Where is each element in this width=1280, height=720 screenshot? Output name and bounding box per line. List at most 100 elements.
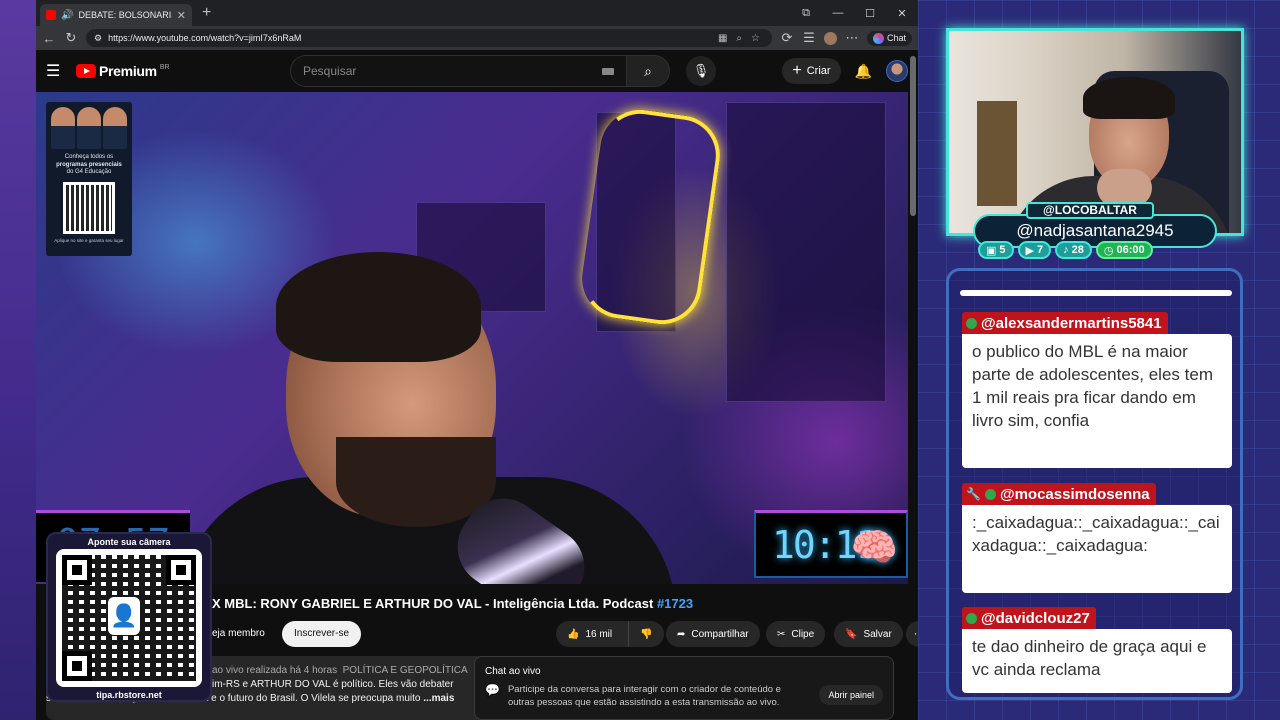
hashtag-link[interactable]: #1723: [657, 596, 693, 611]
keyboard-icon[interactable]: [602, 67, 614, 75]
open-panel-button[interactable]: Abrir painel: [819, 685, 883, 705]
url-field[interactable]: ⚙ https://www.youtube.com/watch?v=jimI7x…: [86, 29, 772, 47]
url-tools: ▦ ⌕ ☆: [718, 33, 760, 44]
video-player[interactable]: Conheça todos os programas presenciais d…: [36, 92, 908, 584]
sponsor-text: Conheça todos os programas presenciais d…: [56, 154, 122, 175]
tab-bar: 🔊 DEBATE: BOLSONARISTA X MI ✕ + ⧉ — ☐ ✕: [36, 0, 918, 26]
clock-icon: ◷: [1103, 244, 1114, 257]
youtube-icon: ▶: [1025, 244, 1034, 257]
tab-search-icon[interactable]: ⧉: [790, 7, 822, 20]
sponsor-footer: Aplique no site e garanta seu lugar: [54, 237, 124, 243]
search-button[interactable]: ⌕: [626, 55, 670, 87]
member-badge-icon: [966, 317, 977, 329]
share-button[interactable]: ➦ Compartilhar: [666, 621, 760, 647]
video-actions: eja membro Inscrever-se 👍 16 mil 👎 ➦ Compa…: [212, 621, 918, 647]
speaker-icon[interactable]: 🔊: [61, 10, 73, 21]
youtube-header: ☰ Premium BR Pesquisar ⌕ 🎙 + Criar 🔔: [36, 50, 918, 92]
more-dots-icon: ⋯: [914, 629, 918, 640]
member-badge-icon: [984, 488, 996, 500]
dislike-button[interactable]: 👎: [628, 621, 664, 647]
stream-stats: ▣ 5 ▶ 7 ♪ 28 ◷ 06:00: [978, 241, 1153, 259]
thumbs-down-icon: 👎: [640, 628, 653, 640]
more-options-icon[interactable]: ⋯: [845, 30, 859, 46]
save-label: Salvar: [863, 628, 892, 640]
logo-text: Premium: [99, 63, 157, 79]
minimize-icon[interactable]: —: [822, 7, 854, 19]
chat-icon: ▣: [986, 244, 997, 257]
favorite-star-icon[interactable]: ☆: [751, 33, 760, 44]
page-scrollbar[interactable]: [910, 56, 916, 216]
background-shelf: [726, 102, 886, 402]
hamburger-menu-icon[interactable]: ☰: [46, 61, 76, 81]
chat-message: te dao dinheiro de graça aqui e vc ainda…: [962, 629, 1232, 693]
tab-title: DEBATE: BOLSONARISTA X MI: [78, 10, 172, 20]
voice-search-button[interactable]: 🎙: [686, 56, 716, 86]
live-chat-title: Chat ao vivo: [485, 666, 541, 677]
back-icon[interactable]: ←: [42, 31, 56, 46]
share-icon: ➦: [677, 628, 686, 640]
scissors-icon: ✂: [777, 628, 786, 640]
like-count: 16 mil: [585, 628, 613, 640]
save-button[interactable]: 🔖 Salvar: [834, 621, 903, 647]
chat-username: @alexsandermartins5841: [962, 312, 1168, 334]
notifications-bell-icon[interactable]: 🔔: [855, 63, 872, 80]
chat-divider: [960, 290, 1232, 296]
show-more-link[interactable]: ...mais: [423, 693, 454, 704]
search-input[interactable]: Pesquisar: [290, 55, 626, 87]
like-button[interactable]: 👍 16 mil: [556, 621, 628, 647]
chat-count: ▣ 5: [978, 241, 1014, 259]
live-chat-panel: Chat ao vivo 💬 Participe da conversa par…: [474, 656, 894, 720]
account-avatar[interactable]: [886, 60, 908, 82]
chat-label: Chat: [886, 33, 906, 43]
more-actions-button[interactable]: ⋯: [906, 621, 918, 647]
youtube-logo[interactable]: Premium BR: [76, 63, 256, 79]
site-info-icon[interactable]: ⚙: [94, 33, 102, 44]
favorites-icon[interactable]: ☰: [802, 30, 816, 46]
close-window-icon[interactable]: ✕: [886, 7, 918, 20]
chat-username: @davidclouz27: [962, 607, 1096, 629]
clip-label: Clipe: [791, 628, 815, 640]
qr-bottom-text: tipa.rbstore.net: [96, 690, 162, 700]
thumbs-up-icon: 👍: [567, 628, 580, 640]
maximize-icon[interactable]: ☐: [854, 7, 886, 20]
youtube-favicon-icon: [46, 10, 56, 20]
timer-badge: ◷ 06:00: [1095, 241, 1153, 259]
browser-tab[interactable]: 🔊 DEBATE: BOLSONARISTA X MI ✕: [40, 4, 192, 26]
create-button[interactable]: + Criar: [782, 58, 841, 84]
new-tab-icon[interactable]: +: [202, 4, 211, 22]
reload-icon[interactable]: ↻: [64, 30, 78, 46]
region-code: BR: [159, 63, 170, 71]
close-tab-icon[interactable]: ✕: [177, 9, 186, 22]
extensions-icon[interactable]: ⟳: [780, 30, 794, 46]
description-line: im-RS e ARTHUR DO VAL é político. Eles v…: [212, 679, 454, 690]
qr-overlay: Aponte sua câmera 👤 tipa.rbstore.net: [46, 532, 212, 702]
tiktok-icon: ♪: [1063, 244, 1069, 256]
host-hair: [276, 252, 481, 362]
copilot-icon: [872, 32, 884, 44]
copilot-chat-button[interactable]: Chat: [866, 30, 912, 46]
window-controls: ⧉ — ☐ ✕: [790, 0, 918, 26]
join-button[interactable]: eja membro: [212, 621, 265, 647]
category-tag[interactable]: POLÍTICA E GEOPOLÍTICA: [343, 665, 468, 676]
profile-avatar[interactable]: [823, 31, 837, 45]
chat-bubble-icon: 💬: [485, 683, 500, 697]
header-actions: + Criar 🔔: [782, 58, 908, 84]
member-badge-icon: [966, 612, 977, 624]
qr-top-text: Aponte sua câmera: [87, 537, 171, 547]
create-label: Criar: [806, 65, 831, 77]
sponsor-faces: [51, 107, 127, 149]
sponsor-card[interactable]: Conheça todos os programas presenciais d…: [46, 102, 132, 256]
microphone-icon: 🎙: [692, 63, 710, 78]
apps-icon[interactable]: ▦: [718, 33, 727, 44]
chat-username: 🔧 @mocassimdosenna: [962, 483, 1156, 505]
youtube-count: ▶ 7: [1017, 241, 1052, 259]
live-chat-text: Participe da conversa para interagir com…: [507, 684, 781, 708]
stream-background-left: [0, 0, 36, 720]
clip-button[interactable]: ✂ Clipe: [766, 621, 826, 647]
bookmark-icon: 🔖: [845, 628, 858, 640]
search-icon: ⌕: [644, 62, 652, 79]
stream-meta: ao vivo realizada há 4 horas: [212, 665, 338, 676]
zoom-icon[interactable]: ⌕: [736, 33, 742, 44]
subscribe-button[interactable]: Inscrever-se: [282, 621, 362, 647]
cam-background-shelf: [977, 101, 1017, 206]
